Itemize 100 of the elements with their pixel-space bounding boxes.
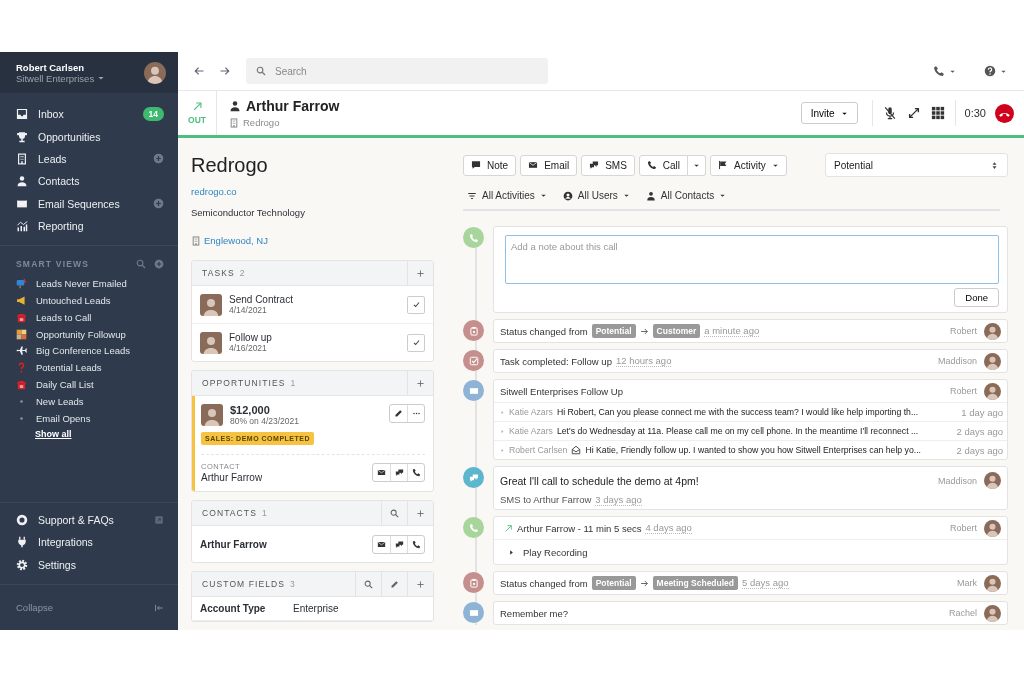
done-button[interactable]: Done bbox=[954, 288, 999, 307]
location-link[interactable]: Englewood, NJ bbox=[204, 235, 268, 246]
caret-icon bbox=[539, 192, 547, 199]
envelope-icon bbox=[463, 380, 484, 401]
user-circle-icon bbox=[562, 190, 573, 201]
nav-item[interactable]: Opportunities bbox=[0, 125, 178, 148]
status-select[interactable]: Potential bbox=[825, 153, 1008, 177]
call-timer: 0:30 bbox=[963, 107, 987, 119]
lifebuoy-icon bbox=[16, 514, 28, 526]
nav-item[interactable]: Integrations bbox=[0, 531, 178, 554]
add-icon[interactable] bbox=[154, 259, 164, 270]
add-icon[interactable] bbox=[153, 153, 164, 165]
lead-name: Redrogo bbox=[191, 154, 269, 177]
nav-item[interactable]: Email Sequences bbox=[0, 192, 178, 215]
smart-view-item[interactable]: Big Conference Leads bbox=[0, 342, 178, 360]
action-button[interactable]: SMS bbox=[581, 154, 635, 176]
person-icon bbox=[229, 100, 241, 112]
hang-up-button[interactable] bbox=[995, 103, 1014, 123]
note-field[interactable]: Add a note about this call bbox=[505, 235, 999, 284]
author-name: Mark bbox=[957, 578, 977, 588]
search-icon bbox=[364, 579, 373, 589]
search-field[interactable]: Search bbox=[246, 58, 548, 84]
organization-switcher[interactable]: Sitwell Enterprises bbox=[16, 72, 106, 84]
plus-icon bbox=[416, 378, 425, 388]
avatar bbox=[984, 519, 1001, 537]
play-recording-button[interactable]: Play Recording bbox=[494, 539, 1007, 564]
complete-task-button[interactable] bbox=[407, 333, 425, 352]
smart-view-item[interactable]: Daily Call List bbox=[0, 376, 178, 393]
author-name: Robert bbox=[950, 326, 977, 336]
smart-view-item[interactable]: Opportunity Followup bbox=[0, 325, 178, 343]
plus-icon bbox=[416, 579, 425, 589]
caret-icon bbox=[719, 192, 727, 199]
message-preview[interactable]: Hi Katie, Friendly follow up. I wanted to show you how Sitwell Enterprises can help yo... bbox=[585, 445, 947, 455]
message-preview[interactable]: Hi Robert, Can you please connect me with the success team? I would like help importing th... bbox=[556, 407, 947, 417]
filter-dropdown[interactable]: All Activities bbox=[467, 190, 547, 201]
avatar bbox=[984, 382, 1001, 400]
nav-item[interactable]: Reporting bbox=[0, 214, 178, 238]
call-summary: Arthur Farrow - 11 min 5 secs bbox=[517, 522, 642, 534]
task-title[interactable]: Follow up bbox=[229, 332, 400, 343]
keypad-button[interactable] bbox=[930, 106, 945, 120]
task-title[interactable]: Send Contract bbox=[229, 294, 400, 305]
telephone-icon bbox=[16, 311, 27, 323]
website-link[interactable]: redrogo.co bbox=[191, 186, 237, 197]
filter-dropdown[interactable]: All Contacts bbox=[645, 190, 727, 201]
phone-icon bbox=[411, 468, 421, 477]
smart-view-item[interactable]: Untouched Leads bbox=[0, 292, 178, 309]
action-menu-button[interactable]: Activity bbox=[710, 154, 787, 176]
search-icon[interactable] bbox=[136, 259, 146, 270]
smart-view-item[interactable]: New Leads bbox=[0, 392, 178, 410]
transfer-button[interactable] bbox=[906, 106, 921, 120]
person-icon bbox=[645, 190, 656, 201]
avatar bbox=[144, 61, 166, 84]
envelope-icon bbox=[528, 160, 539, 170]
smart-view-item[interactable]: Potential Leads bbox=[0, 359, 178, 377]
building-icon bbox=[229, 117, 239, 128]
phone-icon bbox=[411, 539, 421, 549]
author-name: Robert bbox=[950, 523, 977, 533]
mute-button[interactable] bbox=[882, 106, 897, 120]
nav-item[interactable]: Leads bbox=[0, 147, 178, 171]
search-input[interactable]: Search bbox=[273, 64, 538, 78]
timestamp: 4 days ago bbox=[645, 522, 692, 534]
clipboard-icon bbox=[463, 572, 484, 593]
chat-bubbles-icon bbox=[394, 468, 404, 477]
arrow-left-icon bbox=[193, 65, 205, 77]
invite-button[interactable]: Invite bbox=[800, 102, 858, 124]
smart-view-item[interactable]: Leads to Call bbox=[0, 308, 178, 326]
avatar bbox=[984, 352, 1001, 370]
inbox-icon bbox=[16, 108, 28, 121]
plus-icon bbox=[416, 508, 425, 518]
field-label: Account Type bbox=[200, 603, 267, 614]
keypad-icon bbox=[930, 106, 945, 120]
nav-item[interactable]: Support & FAQs bbox=[0, 508, 178, 532]
call-action-button[interactable]: Call bbox=[638, 154, 689, 176]
arrow-icon bbox=[639, 578, 649, 588]
outgoing-arrow-icon bbox=[191, 101, 203, 112]
timestamp: 12 hours ago bbox=[615, 355, 672, 367]
nav-item[interactable]: Settings bbox=[0, 553, 178, 576]
contact-name[interactable]: Arthur Farrow bbox=[200, 538, 267, 550]
task-date: 4/14/2021 bbox=[229, 305, 268, 315]
external-link-icon[interactable] bbox=[154, 515, 164, 525]
message-preview[interactable]: Let's do Wednesday at 11a. Please call me on my cell phone. In the meantime I'll reconnect ... bbox=[556, 426, 947, 436]
chart-icon bbox=[16, 220, 28, 233]
phone-icon bbox=[933, 65, 945, 77]
sender-name: Katie Azars bbox=[509, 407, 553, 417]
chat-bubbles-icon bbox=[589, 160, 600, 170]
action-button[interactable]: Note bbox=[463, 154, 517, 176]
smart-view-item[interactable]: Leads Never Emailed bbox=[0, 275, 178, 293]
smart-view-item[interactable]: Email Opens bbox=[0, 409, 178, 427]
show-all-link[interactable]: Show all bbox=[35, 428, 72, 439]
collapse-link[interactable]: Collapse bbox=[16, 602, 53, 613]
nav-item[interactable]: Inbox 14 bbox=[0, 103, 178, 126]
complete-task-button[interactable] bbox=[407, 295, 425, 314]
bullet-icon bbox=[500, 447, 505, 453]
action-button[interactable]: Email bbox=[520, 154, 578, 176]
filter-dropdown[interactable]: All Users bbox=[562, 190, 630, 201]
add-icon[interactable] bbox=[153, 198, 164, 210]
nav-item[interactable]: Contacts bbox=[0, 170, 178, 193]
opportunity-detail: 80% on 4/23/2021 bbox=[230, 416, 300, 426]
email-subject: Remember me? bbox=[500, 607, 569, 619]
section-title: CUSTOM FIELDS 3 bbox=[201, 579, 296, 589]
